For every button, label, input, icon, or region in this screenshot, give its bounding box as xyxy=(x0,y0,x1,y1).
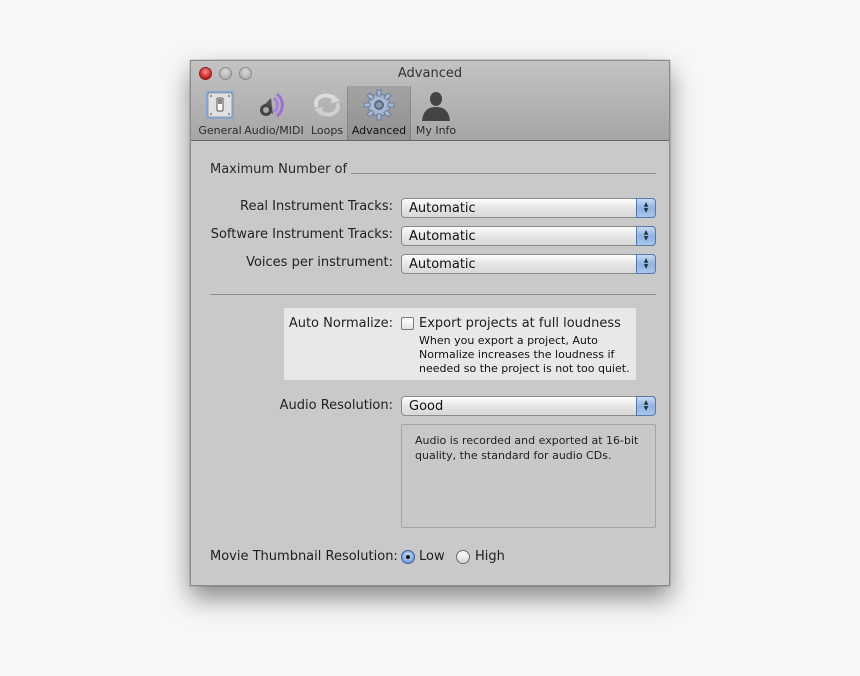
preference-tabs: General Audio/MIDI Loops Advanced My Inf… xyxy=(198,86,461,140)
tab-label: General xyxy=(198,124,242,137)
description-line: When you export a project, Auto xyxy=(419,334,598,347)
voices-per-instrument-popup[interactable]: Automatic ▲ ▼ xyxy=(401,254,656,274)
popup-arrows-icon: ▲ ▼ xyxy=(636,254,656,274)
description-line: Normalize increases the loudness if xyxy=(419,348,615,361)
popup-value: Automatic xyxy=(409,200,476,216)
speaker-icon xyxy=(257,88,291,122)
radio-low[interactable] xyxy=(401,550,415,564)
real-instrument-tracks-label: Real Instrument Tracks: xyxy=(240,199,393,214)
movie-thumbnail-label: Movie Thumbnail Resolution: xyxy=(210,549,398,564)
auto-normalize-description: When you export a project, Auto Normaliz… xyxy=(419,334,630,376)
tab-my-info[interactable]: My Info xyxy=(411,86,461,140)
tab-label: Advanced xyxy=(351,124,407,137)
popup-value: Automatic xyxy=(409,256,476,272)
tab-loops[interactable]: Loops xyxy=(307,86,347,140)
gear-icon xyxy=(362,88,396,122)
software-instrument-tracks-label: Software Instrument Tracks: xyxy=(210,227,393,242)
tab-label: Audio/MIDI xyxy=(244,124,304,137)
popup-value: Good xyxy=(409,398,444,414)
tab-audio-midi[interactable]: Audio/MIDI xyxy=(241,86,307,140)
tab-advanced[interactable]: Advanced xyxy=(347,86,411,140)
toolbar: Advanced General Audio/MIDI Loops Advanc… xyxy=(191,61,669,141)
export-full-loudness-checkbox[interactable] xyxy=(401,317,414,330)
loop-arrows-icon xyxy=(310,88,344,122)
checkbox-label: Export projects at full loudness xyxy=(419,316,621,331)
tab-label: Loops xyxy=(310,124,344,137)
window-title: Advanced xyxy=(397,66,463,81)
radio-low-label: Low xyxy=(419,549,445,564)
info-line: Audio is recorded and exported at 16-bit xyxy=(415,434,639,447)
audio-resolution-label: Audio Resolution: xyxy=(279,398,393,413)
preferences-window: Advanced General Audio/MIDI Loops Advanc… xyxy=(190,60,670,586)
popup-arrows-icon: ▲ ▼ xyxy=(636,396,656,416)
audio-resolution-popup[interactable]: Good ▲ ▼ xyxy=(401,396,656,416)
description-line: needed so the project is not too quiet. xyxy=(419,362,630,375)
real-instrument-tracks-popup[interactable]: Automatic ▲ ▼ xyxy=(401,198,656,218)
info-line: quality, the standard for audio CDs. xyxy=(415,449,612,462)
popup-arrows-icon: ▲ ▼ xyxy=(636,226,656,246)
user-silhouette-icon xyxy=(419,88,453,122)
radio-high[interactable] xyxy=(456,550,470,564)
popup-arrows-icon: ▲ ▼ xyxy=(636,198,656,218)
advanced-pane: Maximum Number of Real Instrument Tracks… xyxy=(191,141,669,585)
auto-normalize-label: Auto Normalize: xyxy=(288,316,393,331)
voices-per-instrument-label: Voices per instrument: xyxy=(246,255,393,270)
software-instrument-tracks-popup[interactable]: Automatic ▲ ▼ xyxy=(401,226,656,246)
section-divider xyxy=(210,294,656,295)
audio-resolution-info: Audio is recorded and exported at 16-bit… xyxy=(401,424,656,528)
group-divider xyxy=(351,173,656,174)
tab-general[interactable]: General xyxy=(198,86,242,140)
group-title: Maximum Number of xyxy=(210,162,348,177)
switch-icon xyxy=(203,88,237,122)
tab-label: My Info xyxy=(415,124,457,137)
popup-value: Automatic xyxy=(409,228,476,244)
radio-high-label: High xyxy=(475,549,505,564)
